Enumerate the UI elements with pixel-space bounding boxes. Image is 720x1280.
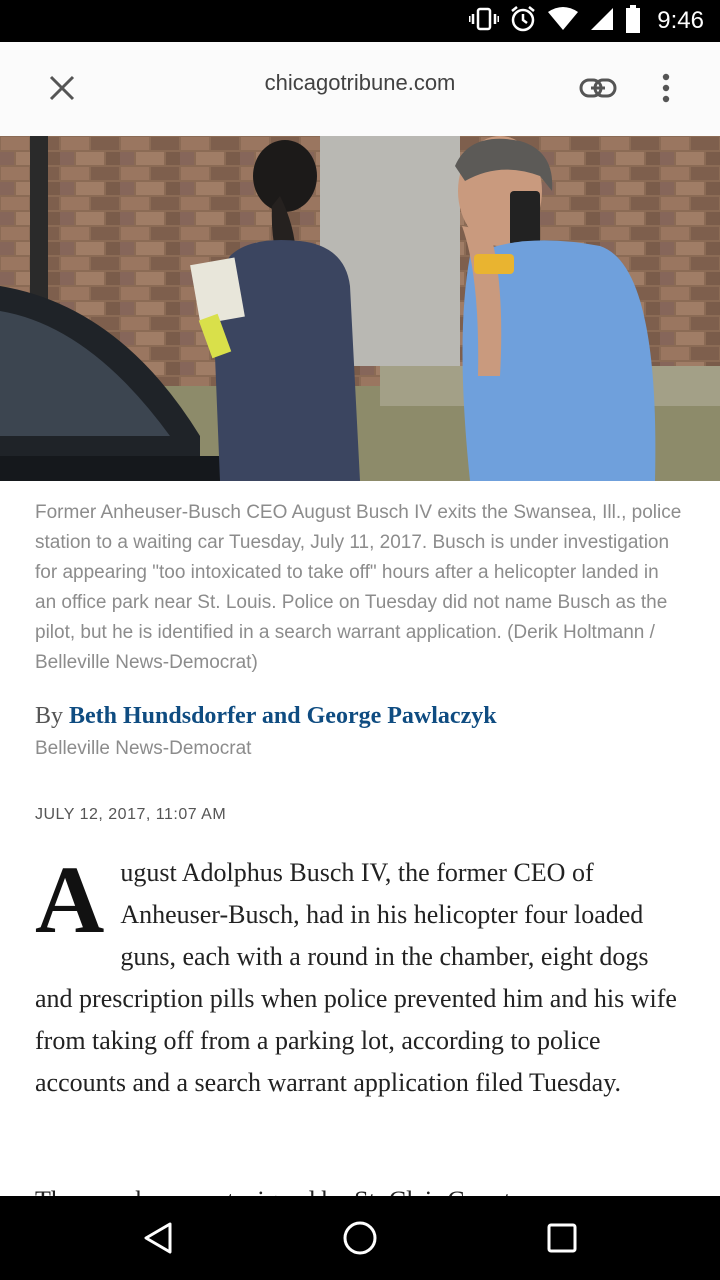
publish-date: JULY 12, 2017, 11:07 AM — [35, 806, 227, 823]
status-bar: 9:46 — [0, 0, 720, 42]
signal-icon — [589, 6, 615, 37]
system-nav-bar — [0, 1196, 720, 1280]
status-icons: 9:46 — [468, 0, 704, 42]
next-paragraph-text: The search warrant, signed by St. Clair … — [35, 1180, 685, 1196]
status-time: 9:46 — [657, 7, 704, 34]
wifi-icon — [547, 6, 579, 37]
article-photo-art — [0, 136, 720, 481]
link-icon[interactable] — [574, 66, 622, 110]
alarm-icon — [509, 5, 537, 38]
browser-toolbar: chicagotribune.com — [0, 42, 720, 137]
vibrate-icon — [468, 6, 500, 37]
article-photo — [0, 136, 720, 481]
next-paragraph: The search warrant, signed by St. Clair … — [35, 1178, 685, 1196]
recents-icon[interactable] — [532, 1214, 592, 1262]
back-icon[interactable] — [128, 1214, 188, 1262]
photo-caption: Former Anheuser-Busch CEO August Busch I… — [35, 502, 682, 673]
paragraph-text: ugust Adolphus Busch IV, the former CEO … — [35, 858, 677, 1097]
byline-prefix: By — [35, 703, 64, 729]
home-icon[interactable] — [330, 1214, 390, 1262]
article-paragraph: August Adolphus Busch IV, the former CEO… — [35, 852, 685, 1104]
author-link[interactable]: Beth Hundsdorfer and George Pawlaczyk — [69, 703, 497, 729]
more-vert-icon[interactable] — [646, 66, 686, 110]
byline-source: Belleville News-Democrat — [35, 738, 252, 759]
byline: By Beth Hundsdorfer and George Pawlaczyk — [35, 703, 497, 730]
battery-icon — [625, 4, 641, 38]
drop-cap: A — [35, 846, 105, 953]
